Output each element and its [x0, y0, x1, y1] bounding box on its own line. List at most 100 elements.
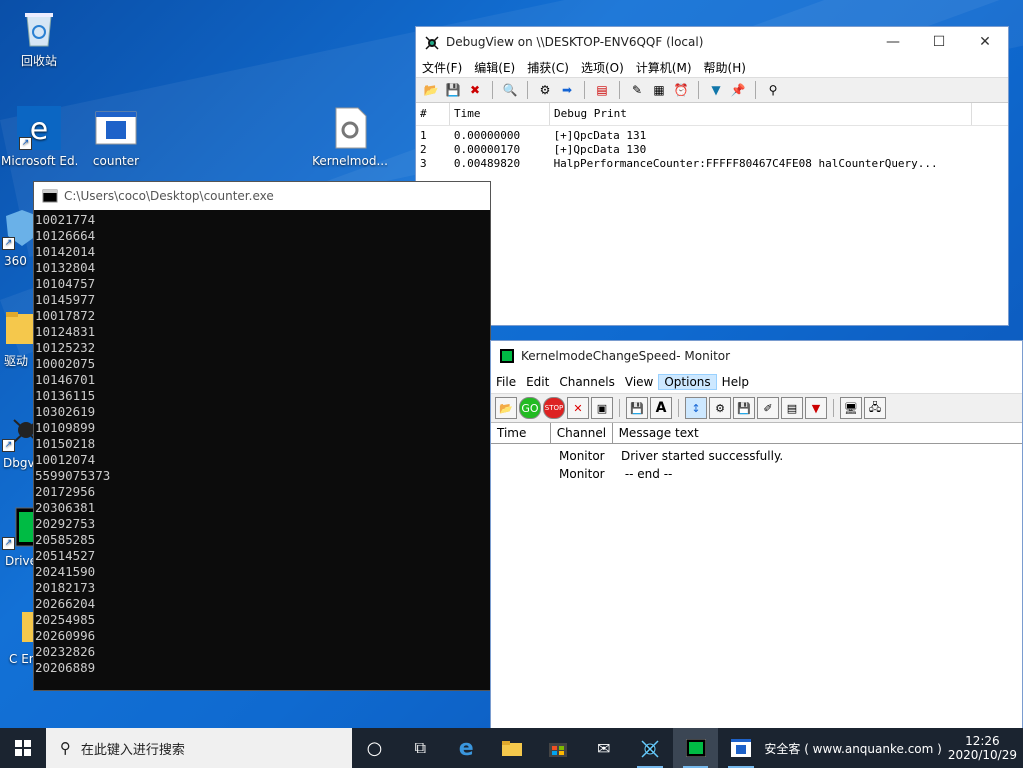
highlight-icon[interactable]: ▦ [650, 81, 668, 99]
computer-icon[interactable]: 🖥 [840, 397, 862, 419]
taskbar-search-box[interactable]: ⚲ 在此键入进行搜索 [45, 728, 352, 768]
stop-icon[interactable]: STOP [543, 397, 565, 419]
debugview-column-headers: # Time Debug Print [416, 103, 1008, 126]
desktop-icon-counter[interactable]: counter [78, 106, 154, 169]
console-line: 20514527 [35, 548, 96, 563]
store-icon[interactable] [535, 728, 581, 768]
erase-icon[interactable]: ✐ [757, 397, 779, 419]
desktop-icon-edge[interactable]: e ↗ Microsoft Ed... [1, 106, 77, 169]
menu-help[interactable]: Help [717, 375, 754, 389]
console-titlebar[interactable]: C:\Users\coco\Desktop\counter.exe [34, 182, 490, 210]
menu-view[interactable]: View [620, 375, 658, 389]
log-row[interactable]: 3 0.00489820 HalpPerformanceCounter:FFFFF8… [416, 157, 1008, 171]
binoculars-icon[interactable]: ⚲ [764, 81, 782, 99]
menu-file[interactable]: 文件(F) [416, 59, 468, 76]
open-folder-icon[interactable]: 📂 [422, 81, 440, 99]
capture-icon[interactable]: ⚙ [536, 81, 554, 99]
console-window[interactable]: C:\Users\coco\Desktop\counter.exe 100217… [33, 181, 491, 691]
menu-edit[interactable]: 编辑(E) [468, 59, 521, 76]
monitor-window[interactable]: KernelmodeChangeSpeed- Monitor File Edit… [490, 340, 1023, 732]
autoscroll-icon[interactable]: ➡ [558, 81, 576, 99]
edit-filter-icon[interactable]: ✎ [628, 81, 646, 99]
save-icon[interactable]: 💾 [444, 81, 462, 99]
message-channel: Monitor [559, 467, 605, 481]
console-output: 10021774 10126664 10142014 10132804 10104757… [34, 210, 490, 676]
task-view-icon[interactable]: ⧉ [397, 728, 443, 768]
clear-icon[interactable]: ✖ [466, 81, 484, 99]
channels-icon[interactable]: ⚙ [709, 397, 731, 419]
console-line: 20182173 [35, 580, 96, 595]
exe-window-icon [94, 106, 138, 150]
log-row[interactable]: 1 0.00000000 [+]QpcData 131 [416, 129, 1008, 143]
mail-icon[interactable]: ✉ [581, 728, 627, 768]
filter-icon[interactable]: ▼ [805, 397, 827, 419]
console-line: 10136115 [35, 388, 96, 403]
debugview-log-list[interactable]: 1 0.00000000 [+]QpcData 131 2 0.00000170 [+]Q… [416, 126, 1008, 171]
menu-help[interactable]: 帮助(H) [698, 59, 752, 76]
cortana-icon[interactable]: ○ [352, 728, 398, 768]
capture-kernel-icon[interactable]: ▤ [593, 81, 611, 99]
highlight-icon[interactable]: ▤ [781, 397, 803, 419]
close-button[interactable]: ✕ [962, 27, 1008, 57]
bug-icon [425, 36, 439, 50]
delete-icon[interactable]: ✕ [567, 397, 589, 419]
edge-icon: e ↗ [17, 106, 61, 150]
desktop-icon-recycle-bin[interactable]: 回收站 [1, 6, 77, 69]
debugview-menubar: 文件(F) 编辑(E) 捕获(C) 选项(O) 计算机(M) 帮助(H) [416, 57, 1008, 77]
column-header-time[interactable]: Time [450, 103, 550, 125]
log-row[interactable]: 2 0.00000170 [+]QpcData 130 [416, 143, 1008, 157]
menu-edit[interactable]: Edit [521, 375, 554, 389]
filter-icon[interactable]: ▼ [707, 81, 725, 99]
network-icon[interactable]: 🖧 [864, 397, 886, 419]
column-header-debug-print[interactable]: Debug Print [550, 103, 972, 125]
console-line: 10146701 [35, 372, 96, 387]
monitor-menubar: File Edit Channels View Options Help [491, 371, 1022, 393]
log-time: 0.00000170 [453, 143, 521, 156]
menu-options[interactable]: 选项(O) [575, 59, 630, 76]
monitor-titlebar[interactable]: KernelmodeChangeSpeed- Monitor [491, 341, 1022, 371]
minimize-button[interactable]: — [870, 27, 916, 57]
start-button[interactable] [0, 728, 46, 768]
autoscroll-icon[interactable]: ↕ [685, 397, 707, 419]
recycle-bin-icon [17, 6, 61, 50]
find-icon[interactable]: 🔍 [501, 81, 519, 99]
properties-icon[interactable]: ▣ [591, 397, 613, 419]
file-explorer-icon[interactable] [489, 728, 535, 768]
column-header-message[interactable]: Message text [613, 423, 1022, 443]
log-number: 2 [420, 143, 427, 156]
font-icon[interactable]: A [650, 397, 672, 419]
log-message: [+]QpcData 130 [553, 143, 647, 156]
search-icon: ⚲ [59, 739, 71, 757]
clock[interactable]: 12:26 2020/10/29 [948, 734, 1017, 762]
column-header-channel[interactable]: Channel [551, 423, 613, 443]
menu-file[interactable]: File [491, 375, 521, 389]
message-row[interactable]: Monitor -- end -- [491, 465, 1022, 483]
monitor-message-list[interactable]: Monitor Driver started successfully. Monit… [491, 444, 1022, 483]
message-row[interactable]: Monitor Driver started successfully. [491, 447, 1022, 465]
column-header-time[interactable]: Time [491, 423, 551, 443]
log-number: 1 [420, 129, 427, 142]
save-icon[interactable]: 💾 [626, 397, 648, 419]
debugview-titlebar[interactable]: DebugView on \\DESKTOP-ENV6QQF (local) —… [416, 27, 1008, 57]
debugview-window[interactable]: DebugView on \\DESKTOP-ENV6QQF (local) —… [415, 26, 1009, 326]
save-log-icon[interactable]: 💾 [733, 397, 755, 419]
menu-channels[interactable]: Channels [554, 375, 620, 389]
column-header-number[interactable]: # [416, 103, 450, 125]
taskbar: ⚲ 在此键入进行搜索 ○ ⧉ e ✉ 安全客 ( www.anquanke.co… [0, 728, 1023, 768]
message-time [491, 465, 553, 483]
menu-capture[interactable]: 捕获(C) [521, 59, 575, 76]
monitor-taskbar-icon[interactable] [672, 728, 719, 768]
svg-text:e: e [30, 112, 48, 147]
open-folder-icon[interactable]: 📂 [495, 397, 517, 419]
menu-computer[interactable]: 计算机(M) [630, 59, 698, 76]
go-icon[interactable]: GO [519, 397, 541, 419]
edge-icon[interactable]: e [443, 728, 489, 768]
console-line: 10302619 [35, 404, 96, 419]
maximize-button[interactable]: ☐ [916, 27, 962, 57]
clock-icon[interactable]: ⏰ [672, 81, 690, 99]
menu-options[interactable]: Options [658, 374, 717, 390]
dbgview-taskbar-icon[interactable] [627, 728, 673, 768]
counter-taskbar-icon[interactable] [718, 728, 764, 768]
pin-icon[interactable]: 📌 [729, 81, 747, 99]
desktop-icon-kernelmode[interactable]: Kernelmod... [312, 106, 388, 169]
